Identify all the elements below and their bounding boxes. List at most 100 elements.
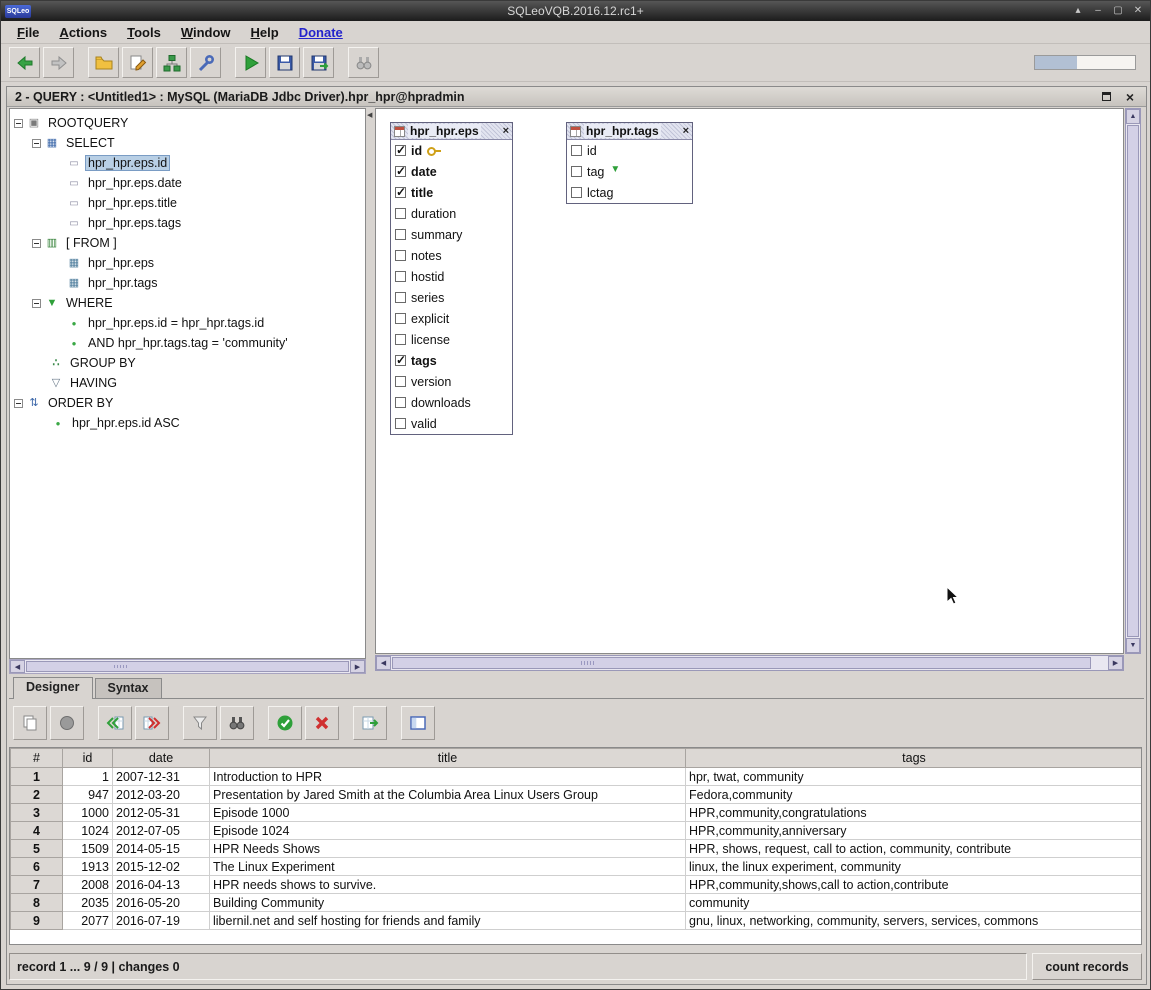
query-frame-titlebar[interactable]: 2 - QUERY : <Untitled1> : MySQL (MariaDB… (7, 87, 1146, 107)
column-checkbox[interactable] (395, 355, 406, 366)
column-row[interactable]: title (391, 182, 512, 203)
column-checkbox[interactable] (395, 292, 406, 303)
column-row[interactable]: license (391, 329, 512, 350)
title-cell[interactable]: libernil.net and self hosting for friend… (210, 912, 686, 930)
expand-toggle-icon[interactable] (14, 399, 23, 408)
column-checkbox[interactable] (571, 166, 582, 177)
open-file-button[interactable] (88, 47, 119, 78)
scroll-left-icon[interactable]: ◀ (10, 660, 25, 673)
tags-cell[interactable]: HPR,community,congratulations (686, 804, 1143, 822)
date-cell[interactable]: 2016-04-13 (113, 876, 210, 894)
table-card-eps[interactable]: hpr_hpr.eps × id date (390, 122, 513, 435)
column-checkbox[interactable] (395, 145, 406, 156)
tags-cell[interactable]: community (686, 894, 1143, 912)
title-cell[interactable]: The Linux Experiment (210, 858, 686, 876)
expand-toggle-icon[interactable] (14, 119, 23, 128)
history-back-button[interactable] (9, 47, 40, 78)
table-card-tags[interactable]: hpr_hpr.tags × id tag (566, 122, 693, 204)
table-row[interactable]: 8 2035 2016-05-20 Building Community com… (11, 894, 1143, 912)
table-row[interactable]: 7 2008 2016-04-13 HPR needs shows to sur… (11, 876, 1143, 894)
scroll-left-icon[interactable]: ◀ (376, 656, 391, 670)
table-row[interactable]: 2 947 2012-03-20 Presentation by Jared S… (11, 786, 1143, 804)
table-row[interactable]: 6 1913 2015-12-02 The Linux Experiment l… (11, 858, 1143, 876)
diagram-horizontal-scrollbar[interactable]: ◀ ▶ (375, 655, 1124, 671)
tags-cell[interactable]: gnu, linux, networking, community, serve… (686, 912, 1143, 930)
column-header-date[interactable]: date (113, 749, 210, 768)
column-row[interactable]: version (391, 371, 512, 392)
filter-button[interactable] (183, 706, 217, 740)
tree-node[interactable]: AND hpr_hpr.tags.tag = 'community' (10, 333, 365, 353)
column-row[interactable]: id (391, 140, 512, 161)
frame-maximize-button[interactable] (1098, 90, 1114, 104)
column-header-num[interactable]: # (11, 749, 63, 768)
column-checkbox[interactable] (395, 376, 406, 387)
panel-splitter[interactable] (367, 108, 374, 659)
run-query-button[interactable] (235, 47, 266, 78)
column-checkbox[interactable] (395, 271, 406, 282)
save-as-button[interactable] (303, 47, 334, 78)
scrollbar-thumb[interactable] (392, 657, 1091, 669)
tree-node[interactable]: ORDER BY (10, 393, 365, 413)
table-row[interactable]: 4 1024 2012-07-05 Episode 1024 HPR,commu… (11, 822, 1143, 840)
column-row[interactable]: series (391, 287, 512, 308)
table-row[interactable]: 9 2077 2016-07-19 libernil.net and self … (11, 912, 1143, 930)
scrollbar-thumb[interactable] (1127, 125, 1139, 637)
next-page-button[interactable] (135, 706, 169, 740)
column-row[interactable]: summary (391, 224, 512, 245)
history-forward-button[interactable] (43, 47, 74, 78)
close-window-icon[interactable]: ✕ (1130, 4, 1146, 18)
date-cell[interactable]: 2012-05-31 (113, 804, 210, 822)
find-button[interactable] (348, 47, 379, 78)
column-checkbox[interactable] (571, 145, 582, 156)
export-button[interactable] (353, 706, 387, 740)
close-icon[interactable]: × (503, 126, 509, 137)
column-row[interactable]: date (391, 161, 512, 182)
tree-node[interactable]: HAVING (10, 373, 365, 393)
expand-toggle-icon[interactable] (32, 239, 41, 248)
column-checkbox[interactable] (395, 397, 406, 408)
diagram-vertical-scrollbar[interactable]: ▲ ▼ (1125, 108, 1141, 654)
id-cell[interactable]: 1024 (63, 822, 113, 840)
title-cell[interactable]: HPR needs shows to survive. (210, 876, 686, 894)
column-checkbox[interactable] (395, 229, 406, 240)
menu-item[interactable]: Donate (289, 23, 353, 42)
tags-cell[interactable]: hpr, twat, community (686, 768, 1143, 786)
date-cell[interactable]: 2014-05-15 (113, 840, 210, 858)
scroll-up-icon[interactable]: ▲ (1126, 109, 1140, 124)
date-cell[interactable]: 2012-07-05 (113, 822, 210, 840)
tree-node[interactable]: WHERE (10, 293, 365, 313)
scroll-right-icon[interactable]: ▶ (1108, 656, 1123, 670)
tags-cell[interactable]: Fedora,community (686, 786, 1143, 804)
column-header-title[interactable]: title (210, 749, 686, 768)
column-header-id[interactable]: id (63, 749, 113, 768)
rollback-button[interactable] (305, 706, 339, 740)
tree-node[interactable]: hpr_hpr.eps (10, 253, 365, 273)
freeze-columns-button[interactable] (401, 706, 435, 740)
column-row[interactable]: explicit (391, 308, 512, 329)
previous-page-button[interactable] (98, 706, 132, 740)
menu-item[interactable]: File (7, 23, 49, 42)
column-checkbox[interactable] (395, 250, 406, 261)
column-row[interactable]: hostid (391, 266, 512, 287)
tree-node[interactable]: hpr_hpr.eps.date (10, 173, 365, 193)
tags-cell[interactable]: HPR,community,shows,call to action,contr… (686, 876, 1143, 894)
date-cell[interactable]: 2012-03-20 (113, 786, 210, 804)
column-row[interactable]: id (567, 140, 692, 161)
column-row[interactable]: downloads (391, 392, 512, 413)
column-checkbox[interactable] (571, 187, 582, 198)
metadata-explorer-button[interactable] (156, 47, 187, 78)
menu-item[interactable]: Actions (49, 23, 117, 42)
column-checkbox[interactable] (395, 313, 406, 324)
tree-node[interactable]: SELECT (10, 133, 365, 153)
column-checkbox[interactable] (395, 334, 406, 345)
view-tab[interactable]: Designer (13, 677, 93, 699)
tags-cell[interactable]: linux, the linux experiment, community (686, 858, 1143, 876)
diagram-panel[interactable]: hpr_hpr.eps × id date (375, 108, 1124, 654)
scrollbar-thumb[interactable] (26, 661, 349, 672)
scroll-down-icon[interactable]: ▼ (1126, 638, 1140, 653)
title-cell[interactable]: Presentation by Jared Smith at the Colum… (210, 786, 686, 804)
stop-button[interactable] (50, 706, 84, 740)
table-row[interactable]: 1 1 2007-12-31 Introduction to HPR hpr, … (11, 768, 1143, 786)
drivers-button[interactable] (190, 47, 221, 78)
expand-toggle-icon[interactable] (32, 299, 41, 308)
